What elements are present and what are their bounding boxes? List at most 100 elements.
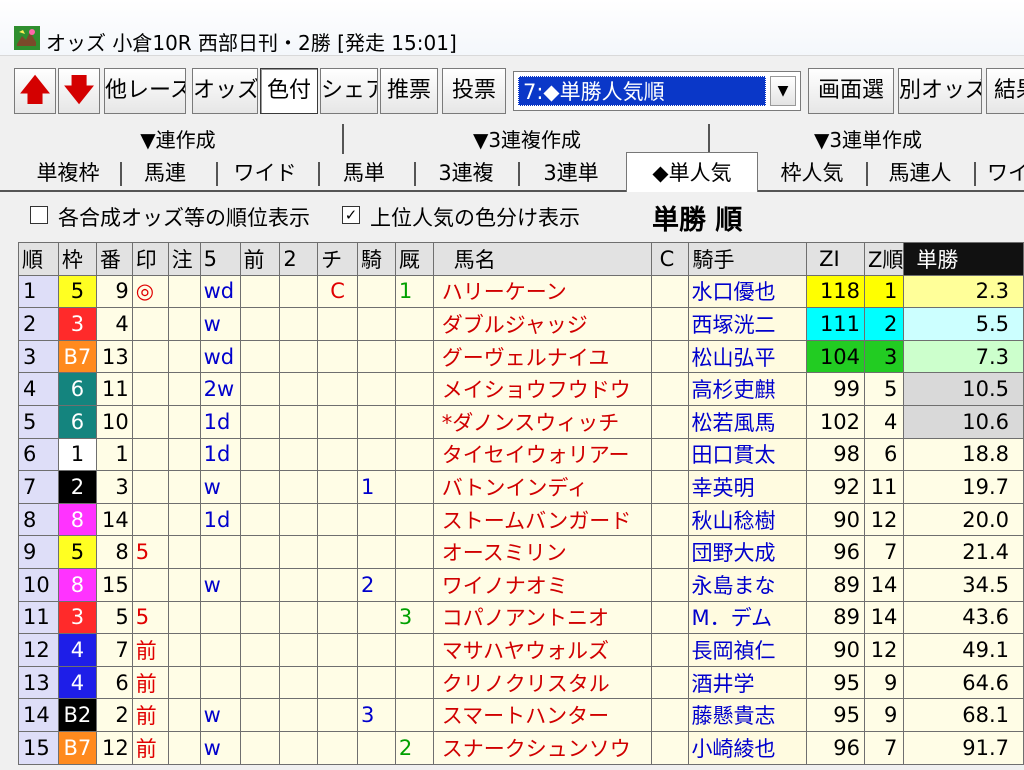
cell-kyu[interactable] (394, 665, 434, 700)
cell-jockey[interactable]: 松山弘平 (688, 339, 808, 374)
cell-mark[interactable] (131, 372, 169, 406)
cell-5[interactable]: w (199, 730, 241, 765)
cell-2[interactable] (279, 404, 319, 439)
cell-2[interactable] (279, 535, 319, 569)
cell-horse[interactable]: コパノアントニオ (432, 600, 652, 635)
cell-horse[interactable]: スマートハンター (432, 698, 652, 732)
cell-ki[interactable] (357, 404, 396, 439)
cell-zrank[interactable]: 12 (864, 633, 905, 667)
cell-waku[interactable]: 6 (57, 404, 97, 439)
cell-uma[interactable]: 6 (95, 665, 133, 700)
cell-zrank[interactable]: 5 (864, 372, 905, 406)
cell-prev[interactable] (239, 665, 281, 700)
cell-5[interactable]: wd (199, 274, 241, 309)
cell-c[interactable] (650, 633, 690, 667)
cell-jockey[interactable]: M．デム (688, 600, 808, 635)
cell-ki[interactable]: 2 (357, 567, 396, 602)
cell-rank[interactable]: 10 (18, 567, 59, 602)
col-header-5[interactable]: 5 (199, 242, 241, 276)
cell-horse[interactable]: オースミリン (432, 535, 652, 569)
cell-uma[interactable]: 2 (95, 698, 133, 732)
col-header-chi[interactable]: チ (317, 242, 359, 276)
cell-mark[interactable] (131, 567, 169, 602)
cell-zrank[interactable]: 14 (864, 600, 905, 635)
cell-kyu[interactable] (394, 372, 434, 406)
tab-3rentan[interactable]: 3連単 (522, 156, 620, 190)
cell-mark[interactable] (131, 502, 169, 537)
tab-waku-popularity[interactable]: 枠人気 (762, 156, 862, 190)
cell-note[interactable] (167, 307, 201, 341)
cell-waku[interactable]: 8 (57, 502, 97, 537)
other-odds-button[interactable]: 別オッズ (898, 68, 982, 114)
cell-zi[interactable]: 118 (806, 274, 866, 309)
table-row[interactable]: 3 B7 13 wd グーヴェルナイユ 松山弘平 104 3 7.3 (18, 339, 1024, 374)
cell-zrank[interactable]: 3 (864, 339, 905, 374)
cell-mark[interactable] (131, 437, 169, 472)
cell-note[interactable] (167, 274, 201, 309)
cell-win-odds[interactable]: 21.4 (903, 535, 1024, 569)
cell-horse[interactable]: ハリーケーン (432, 274, 652, 309)
cell-2[interactable] (279, 307, 319, 341)
cell-5[interactable] (199, 535, 241, 569)
col-header-jockey[interactable]: 騎手 (688, 242, 808, 276)
cell-zrank[interactable]: 9 (864, 698, 905, 732)
cell-waku[interactable]: 2 (57, 470, 97, 504)
cell-mark[interactable]: 5 (131, 600, 169, 635)
cell-zrank[interactable]: 2 (864, 307, 905, 341)
col-header-mark[interactable]: 印 (131, 242, 169, 276)
cell-ki[interactable] (357, 600, 396, 635)
cell-jockey[interactable]: 田口貫太 (688, 437, 808, 472)
cell-mark[interactable]: ◎ (131, 274, 169, 309)
cell-chi[interactable] (317, 665, 359, 700)
cell-kyu[interactable] (394, 502, 434, 537)
cell-kyu[interactable]: 2 (394, 730, 434, 765)
cell-rank[interactable]: 5 (18, 404, 59, 439)
cell-horse[interactable]: ダブルジャッジ (432, 307, 652, 341)
cell-uma[interactable]: 15 (95, 567, 133, 602)
cell-zrank[interactable]: 11 (864, 470, 905, 504)
cell-c[interactable] (650, 698, 690, 732)
table-row[interactable]: 6 1 1 1d タイセイウォリアー 田口貫太 98 6 18.8 (18, 437, 1024, 472)
cell-note[interactable] (167, 730, 201, 765)
cell-rank[interactable]: 14 (18, 698, 59, 732)
cell-chi[interactable] (317, 470, 359, 504)
cell-zrank[interactable]: 4 (864, 404, 905, 439)
cell-2[interactable] (279, 730, 319, 765)
cell-c[interactable] (650, 665, 690, 700)
cell-jockey[interactable]: 水口優也 (688, 274, 808, 309)
cell-kyu[interactable] (394, 698, 434, 732)
cell-rank[interactable]: 15 (18, 730, 59, 765)
cell-prev[interactable] (239, 307, 281, 341)
tab-umatan[interactable]: 馬単 (322, 156, 406, 190)
other-race-button[interactable]: 他レース (104, 68, 186, 114)
cell-prev[interactable] (239, 437, 281, 472)
cell-2[interactable] (279, 274, 319, 309)
cell-waku[interactable]: B2 (57, 698, 97, 732)
col-header-kyu[interactable]: 厩 (394, 242, 434, 276)
cell-5[interactable]: wd (199, 339, 241, 374)
cell-kyu[interactable]: 1 (394, 274, 434, 309)
cell-zi[interactable]: 95 (806, 698, 866, 732)
cell-5[interactable] (199, 600, 241, 635)
cell-win-odds[interactable]: 64.6 (903, 665, 1024, 700)
cell-note[interactable] (167, 535, 201, 569)
col-header-2[interactable]: 2 (279, 242, 319, 276)
cell-win-odds[interactable]: 68.1 (903, 698, 1024, 732)
cell-jockey[interactable]: 西塚洸二 (688, 307, 808, 341)
cell-prev[interactable] (239, 372, 281, 406)
cell-2[interactable] (279, 665, 319, 700)
cell-horse[interactable]: メイショウフウドウ (432, 372, 652, 406)
cell-win-odds[interactable]: 10.6 (903, 404, 1024, 439)
cell-2[interactable] (279, 372, 319, 406)
col-header-zi[interactable]: ZI (806, 242, 866, 276)
cell-c[interactable] (650, 470, 690, 504)
cell-kyu[interactable] (394, 633, 434, 667)
col-header-c[interactable]: C (650, 242, 690, 276)
cell-c[interactable] (650, 404, 690, 439)
table-row[interactable]: 10 8 15 w 2 ワイノナオミ 永島まな 89 14 34.5 (18, 567, 1024, 602)
cell-5[interactable]: w (199, 567, 241, 602)
cell-note[interactable] (167, 404, 201, 439)
cell-chi[interactable] (317, 339, 359, 374)
cell-jockey[interactable]: 松若風馬 (688, 404, 808, 439)
cell-zi[interactable]: 111 (806, 307, 866, 341)
